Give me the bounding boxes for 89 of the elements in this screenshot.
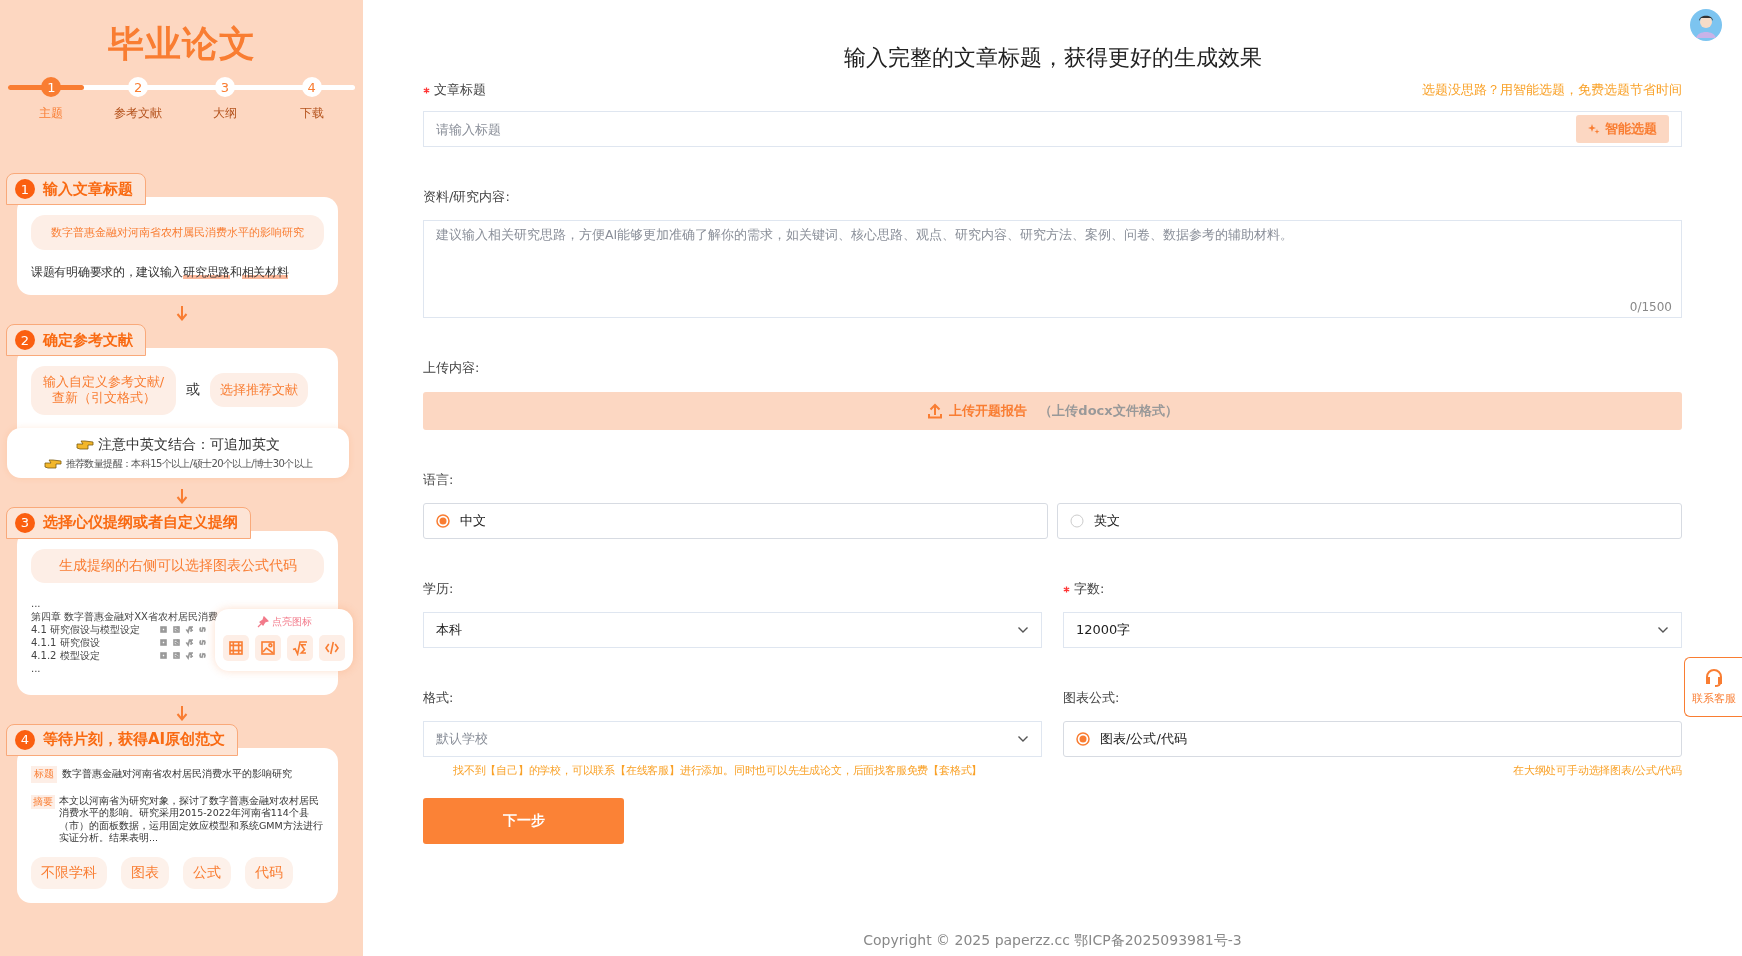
arrow-down-icon [175, 487, 188, 504]
field-label: 字数: [1074, 580, 1105, 598]
headset-icon [1703, 668, 1724, 688]
step-label[interactable]: 参考文献 [114, 105, 163, 122]
format-note: 找不到【自己】的学校，可以联系【在线客服】进行添加。同时也可以先生成论文，后面找客服免费【套格式】 [452, 763, 984, 778]
footer-text: Copyright © 2025 paperzz.cc 鄂ICP备2025093981号-3 [862, 932, 1243, 950]
step-number[interactable]: 2 [128, 77, 149, 97]
note-text: 推荐数量提醒：本科15个以上/硕士20个以上/博士30个以上 [65, 456, 313, 471]
step-number: 3 [15, 512, 35, 533]
section-title: 输入文章标题 [43, 179, 133, 199]
reference-option[interactable]: 选择推荐文献 [210, 373, 308, 408]
section-title: 等待片刻，获得AI原创范文 [43, 730, 226, 749]
field-label: 图表公式: [1063, 689, 1120, 707]
smart-topic-button[interactable]: 智能选题 [1576, 115, 1669, 143]
outline-line: 4.1 研究假设与模型设定 [31, 623, 141, 635]
title-input[interactable]: 请输入标题 智能选题 [423, 111, 1682, 147]
radio-button[interactable] [1070, 514, 1084, 528]
step-label[interactable]: 大纲 [212, 105, 237, 122]
field-label: 文章标题 [434, 81, 486, 99]
tip-link[interactable]: 选题没思路？用智能选题，免费选题节省时间 [1422, 81, 1682, 99]
format-select[interactable]: 默认学校 [423, 721, 1042, 757]
support-button[interactable]: 联系客服 [1684, 657, 1742, 717]
option-label: 图表/公式/代码 [1100, 730, 1187, 748]
section-title: 确定参考文献 [43, 330, 133, 350]
next-button[interactable]: 下一步 [423, 798, 624, 844]
outline-line: ... [31, 597, 41, 609]
step-number[interactable]: 3 [214, 77, 235, 97]
user-avatar[interactable] [1690, 9, 1722, 41]
popover-label: 点亮图标 [271, 614, 312, 629]
field-label: 语言: [423, 471, 454, 489]
char-counter: 0/1500 [1629, 300, 1672, 314]
feature-tag: 公式 [183, 856, 231, 889]
outline-line: 4.1.2 模型设定 [31, 649, 100, 661]
pin-icon [256, 615, 269, 628]
arrow-down-icon [175, 305, 188, 321]
section-title: 选择心仪提纲或者自定义提纲 [43, 513, 238, 532]
feature-tag: 代码 [245, 856, 293, 889]
step-number[interactable]: 4 [301, 77, 322, 97]
chevron-down-icon [1017, 735, 1029, 743]
upload-button[interactable]: 上传开题报告 （上传docx文件格式） [423, 392, 1682, 430]
charts-option[interactable]: 图表/公式/代码 [1063, 721, 1682, 757]
title-tag: 标题 [31, 765, 57, 783]
step-number[interactable]: 1 [41, 77, 62, 97]
arrow-down-icon [175, 704, 188, 721]
word-count-select[interactable]: 12000字 [1063, 612, 1682, 648]
language-option[interactable]: 中文 [423, 503, 1048, 539]
code-button[interactable] [319, 634, 345, 661]
outline-line: ... [31, 662, 41, 674]
page-heading: 输入完整的文章标题，获得更好的生成效果 [842, 44, 1263, 72]
outline-line: 第四章 数字普惠金融对XX省农村居民消费 [31, 610, 218, 622]
formula-button[interactable] [287, 634, 313, 661]
radio-button[interactable] [1076, 732, 1090, 746]
language-option[interactable]: 英文 [1057, 503, 1682, 539]
chevron-down-icon [1017, 626, 1029, 634]
field-label: 上传内容: [423, 359, 480, 377]
abstract-tag: 摘要 [31, 794, 55, 809]
avatar-icon [1690, 9, 1722, 41]
step-number: 1 [15, 179, 35, 199]
table-button[interactable] [223, 634, 249, 661]
step-number: 4 [15, 729, 35, 750]
upload-icon [927, 403, 944, 419]
option-label: 中文 [460, 512, 486, 530]
pointing-hand-icon [76, 438, 94, 451]
image-button[interactable] [255, 634, 281, 661]
field-label: 学历: [423, 580, 454, 598]
abstract-text: 本文以河南省为研究对象，探讨了数字普惠金融对农村居民消费水平的影响。研究采用2015-2022年河南省114个县（市）的面板数据，运用固定效应模型和系统GMM方法进行实证分析。结果表明... [59, 794, 324, 845]
step-number: 2 [15, 330, 35, 350]
example-title: 数字普惠金融对河南省农村属民消费水平的影响研究 [31, 215, 324, 250]
reference-option[interactable]: 输入自定义参考文献/查新（引文格式） [31, 366, 176, 415]
degree-select[interactable]: 本科 [423, 612, 1042, 648]
step-label[interactable]: 下载 [299, 105, 324, 122]
step-label[interactable]: 主题 [39, 105, 64, 122]
note-text: 注意中英文结合：可追加英文 [98, 435, 280, 454]
charts-note: 在大纲处可手动选择图表/公式/代码 [1512, 763, 1682, 778]
field-label: 格式: [423, 689, 454, 707]
hint-text: 课题有明确要求的，建议输入研究思路和相关材料 [31, 264, 290, 281]
radio-button[interactable] [436, 514, 450, 528]
field-label: 资料/研究内容: [423, 188, 510, 206]
app-title: 毕业论文 [106, 22, 257, 66]
chevron-down-icon [1657, 626, 1669, 634]
feature-tag: 不限学科 [31, 856, 107, 889]
feature-tag: 图表 [121, 856, 169, 889]
outline-line: 4.1.1 研究假设 [31, 636, 100, 648]
sample-title: 数字普惠金融对河南省农村居民消费水平的影响研究 [62, 767, 292, 781]
separator-text: 或 [186, 381, 200, 400]
sparkle-icon [1588, 123, 1600, 135]
pointing-hand-icon [43, 457, 62, 470]
outline-banner: 生成提纲的右侧可以选择图表公式代码 [31, 548, 324, 583]
option-label: 英文 [1094, 512, 1120, 530]
